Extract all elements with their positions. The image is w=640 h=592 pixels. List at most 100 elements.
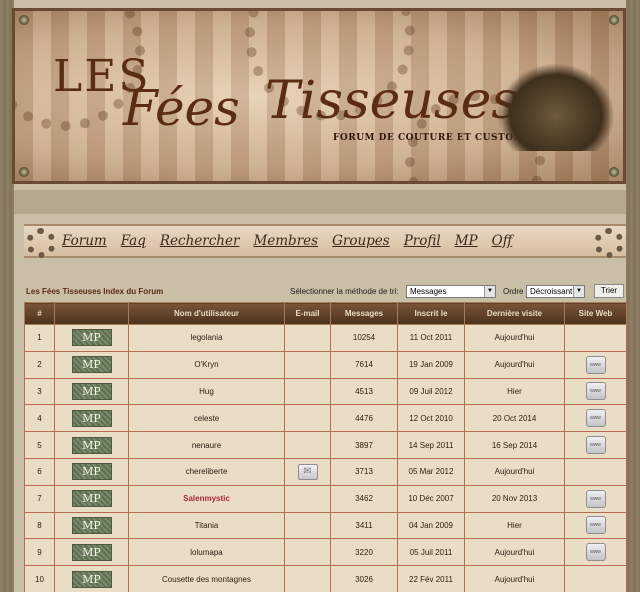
username-link[interactable]: celeste (194, 414, 219, 423)
nav-gear-icon (594, 228, 624, 258)
rank-number: 4 (37, 413, 42, 423)
cell-pm: MP (54, 404, 129, 433)
website-icon[interactable]: www (585, 355, 606, 374)
website-icon[interactable]: www (585, 516, 606, 535)
mechanical-bird-icon (497, 63, 615, 151)
pm-button[interactable]: MP (71, 516, 112, 534)
order-select[interactable]: Décroissant ▼ (526, 285, 585, 298)
email-envelope-icon[interactable]: ✉ (297, 463, 318, 480)
cell-pm: MP (54, 350, 129, 379)
cell-posts: 4513 (330, 377, 398, 406)
cell-joined: 11 Oct 2011 (397, 324, 465, 352)
cell-rank: 1 (24, 324, 55, 352)
pm-button[interactable]: MP (71, 490, 112, 508)
cell-joined: 05 Juil 2011 (397, 538, 465, 567)
nav-profile[interactable]: Profil (404, 233, 441, 249)
post-count: 3897 (355, 440, 373, 450)
username-link[interactable]: Titania (195, 521, 219, 530)
cell-rank: 9 (24, 538, 55, 567)
username-link[interactable]: Salenmystic (183, 494, 230, 503)
sort-submit-button[interactable]: Trier (594, 284, 624, 298)
cell-email (284, 484, 331, 513)
nav-off[interactable]: Off (492, 233, 513, 249)
cell-rank: 4 (24, 404, 55, 433)
last-visit: Hier (507, 520, 522, 530)
cell-last-visit: 20 Nov 2013 (464, 484, 565, 513)
pm-button[interactable]: MP (71, 436, 112, 454)
joined-date: 11 Oct 2011 (409, 333, 453, 343)
cell-posts: 3411 (330, 511, 398, 540)
breadcrumb[interactable]: Les Fées Tisseuses Index du Forum (26, 287, 163, 296)
cell-joined: 14 Sep 2011 (397, 431, 465, 459)
logo-fees: Fées (123, 79, 240, 137)
username-link[interactable]: O'Kryn (194, 360, 218, 369)
cell-website (564, 457, 627, 486)
cell-pm: MP (54, 511, 129, 540)
last-visit: Aujourd'hui (494, 333, 535, 343)
pm-button[interactable]: MP (71, 570, 112, 588)
nav-faq[interactable]: Faq (121, 233, 146, 249)
username-link[interactable]: Cousette des montagnes (162, 575, 251, 584)
cell-joined: 22 Fév 2011 (397, 565, 465, 592)
last-visit: Aujourd'hui (494, 360, 535, 370)
joined-date: 14 Sep 2011 (408, 440, 454, 450)
table-row: 9 MP lolumapa 3220 05 Juil 2011 Aujourd'hui ww… (24, 538, 627, 567)
pm-button[interactable]: MP (71, 382, 112, 400)
cell-pm: MP (54, 377, 129, 406)
username-link[interactable]: nenaure (192, 441, 221, 450)
cell-last-visit: Aujourd'hui (464, 538, 565, 567)
website-icon[interactable]: www (585, 436, 606, 455)
chevron-down-icon: ▼ (484, 286, 495, 297)
nav-members[interactable]: Membres (253, 233, 318, 249)
cell-pm: MP (54, 538, 129, 567)
website-icon[interactable]: www (585, 382, 606, 401)
pm-button[interactable]: MP (71, 409, 112, 427)
post-count: 3462 (355, 494, 373, 504)
cell-rank: 2 (24, 350, 55, 379)
col-header-rank: # (24, 302, 55, 325)
cell-last-visit: Aujourd'hui (464, 350, 565, 379)
cell-website: www (564, 431, 627, 459)
col-header-last-visit[interactable]: Dernière visite (464, 302, 565, 325)
username-link[interactable]: Hug (199, 387, 214, 396)
cell-username: Hug (128, 377, 285, 406)
website-icon[interactable]: www (585, 409, 606, 428)
col-header-joined[interactable]: Inscrit le (397, 302, 465, 325)
username-link[interactable]: lolumapa (190, 548, 222, 557)
joined-date: 04 Jan 2009 (408, 520, 454, 530)
rank-number: 6 (37, 467, 42, 477)
forum-banner[interactable]: LES Fées Tisseuses FORUM DE COUTURE ET C… (12, 8, 626, 184)
cell-joined: 04 Jan 2009 (397, 511, 465, 540)
cell-website: www (564, 377, 627, 406)
cell-username: legolania (128, 324, 285, 352)
website-icon[interactable]: www (585, 543, 606, 562)
pm-button[interactable]: MP (71, 543, 112, 561)
nav-forum[interactable]: Forum (62, 233, 107, 249)
cell-joined: 05 Mar 2012 (397, 457, 465, 486)
post-count: 10254 (352, 333, 376, 343)
last-visit: Hier (507, 386, 522, 396)
username-link[interactable]: chereliberte (186, 467, 228, 476)
pm-button[interactable]: MP (71, 463, 112, 481)
nav-pm[interactable]: MP (455, 233, 478, 249)
cell-joined: 09 Juil 2012 (397, 377, 465, 406)
cell-email (284, 511, 331, 540)
last-visit: 16 Sep 2014 (491, 440, 538, 450)
nav-groups[interactable]: Groupes (332, 233, 390, 249)
website-icon[interactable]: www (585, 489, 606, 508)
pm-button[interactable]: MP (71, 356, 112, 374)
rank-number: 5 (37, 440, 42, 450)
cell-pm: MP (54, 457, 129, 486)
col-header-posts[interactable]: Messages (330, 302, 398, 325)
joined-date: 19 Jan 2009 (408, 360, 454, 370)
col-header-username[interactable]: Nom d'utilisateur (128, 302, 285, 325)
cell-joined: 12 Oct 2010 (397, 404, 465, 433)
cell-email: ✉ (284, 457, 331, 486)
rank-number: 2 (37, 360, 42, 370)
nav-search[interactable]: Rechercher (160, 233, 240, 249)
joined-date: 05 Juil 2011 (409, 547, 453, 557)
sort-select[interactable]: Messages ▼ (406, 285, 496, 298)
username-link[interactable]: legolania (190, 333, 222, 342)
pm-button[interactable]: MP (71, 329, 112, 347)
rank-number: 7 (37, 494, 42, 504)
